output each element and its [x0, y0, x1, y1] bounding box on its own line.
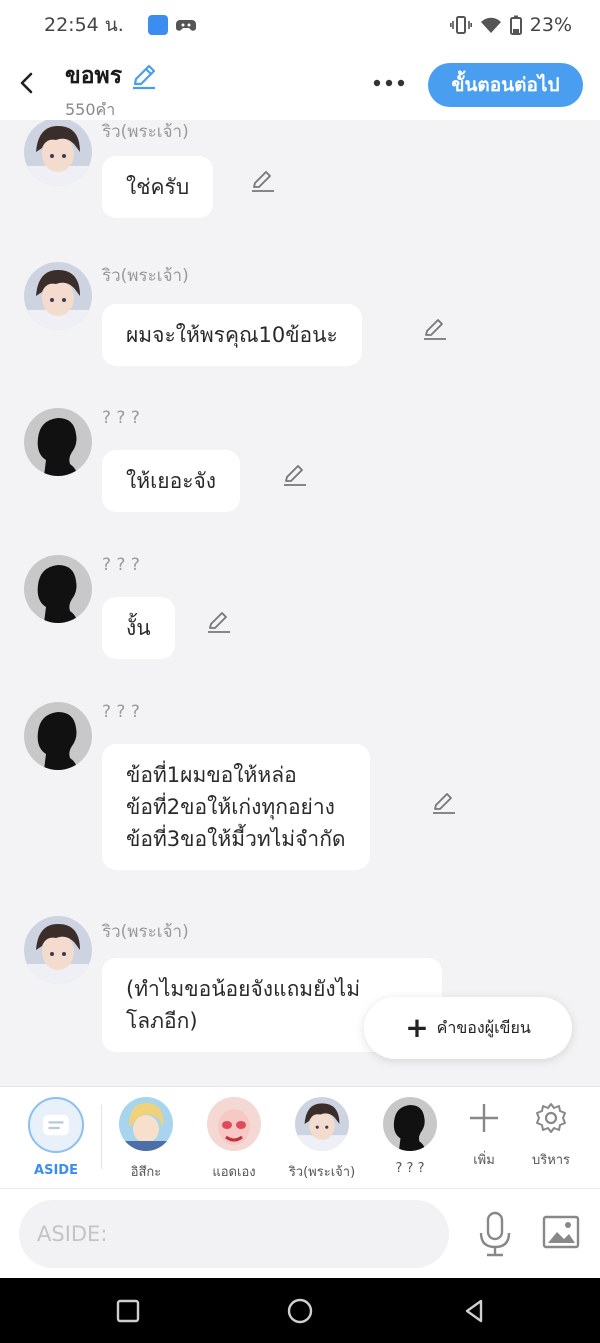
- microphone-icon[interactable]: [476, 1211, 514, 1257]
- avatar-silhouette[interactable]: [24, 555, 92, 623]
- manage-button[interactable]: บริหาร: [516, 1101, 586, 1170]
- sender-name: ? ? ?: [102, 408, 140, 428]
- plus-icon: [470, 1104, 498, 1132]
- character-isuka[interactable]: อิสึกะ: [111, 1097, 181, 1182]
- battery-percent: 23%: [529, 14, 572, 36]
- gear-icon: [536, 1103, 566, 1133]
- divider: [101, 1105, 102, 1169]
- back-icon[interactable]: [461, 1298, 487, 1324]
- avatar-riu: [295, 1097, 349, 1151]
- avatar-riu[interactable]: [24, 120, 92, 186]
- title-block: ขอพร 550คำ: [65, 58, 158, 123]
- aside-input[interactable]: [19, 1200, 449, 1268]
- edit-title-icon[interactable]: [130, 62, 158, 90]
- status-time: 22:54 น.: [44, 14, 124, 36]
- character-unknown[interactable]: ? ? ?: [375, 1097, 445, 1176]
- plus-icon: +: [405, 1011, 429, 1044]
- message-bubble[interactable]: ผมจะให้พรคุณ10ข้อนะ: [102, 304, 362, 366]
- gamepad-icon: [175, 20, 196, 31]
- avatar-silhouette[interactable]: [24, 408, 92, 476]
- manage-label: บริหาร: [531, 1153, 571, 1168]
- character-name: ? ? ?: [395, 1161, 425, 1176]
- aside-avatar: [28, 1097, 84, 1153]
- avatar-riu[interactable]: [24, 916, 92, 984]
- character-admin[interactable]: แอดเอง: [199, 1097, 269, 1182]
- sender-name: ริว(พระเจ้า): [102, 922, 189, 942]
- edit-message-icon[interactable]: [206, 609, 232, 635]
- avatar-riu[interactable]: [24, 262, 92, 330]
- message-bubble[interactable]: ใช่ครับ: [102, 156, 214, 218]
- vibrate-icon: [449, 16, 472, 34]
- edit-message-icon[interactable]: [431, 790, 457, 816]
- more-options-icon[interactable]: [372, 78, 406, 88]
- character-name: อิสึกะ: [130, 1165, 162, 1180]
- edit-message-icon[interactable]: [250, 168, 276, 194]
- sender-name: ริว(พระเจ้า): [102, 122, 189, 142]
- add-label: เพิ่ม: [473, 1153, 495, 1168]
- system-nav-bar: [0, 1278, 600, 1343]
- edit-message-icon[interactable]: [422, 316, 448, 342]
- battery-icon: [509, 15, 522, 35]
- sender-name: ริว(พระเจ้า): [102, 266, 189, 286]
- author-note-button[interactable]: + คำของผู้เขียน: [364, 997, 572, 1059]
- character-riu[interactable]: ริว(พระเจ้า): [287, 1097, 357, 1182]
- next-step-button[interactable]: ขั้นตอนต่อไป: [428, 63, 583, 107]
- character-name: แอดเอง: [212, 1165, 256, 1180]
- message-bubble[interactable]: งั้น: [102, 597, 175, 659]
- avatar-silhouette[interactable]: [24, 702, 92, 770]
- novel-toon-app-icon: [147, 15, 168, 35]
- home-icon[interactable]: [287, 1298, 313, 1324]
- character-name: ASIDE: [34, 1163, 78, 1178]
- avatar-isuka: [119, 1097, 173, 1151]
- sender-name: ? ? ?: [102, 702, 140, 722]
- page-title: ขอพร: [65, 63, 123, 89]
- edit-message-icon[interactable]: [282, 462, 308, 488]
- input-bar: [0, 1188, 600, 1278]
- recent-apps-icon[interactable]: [115, 1298, 141, 1324]
- add-character-button[interactable]: เพิ่ม: [449, 1101, 519, 1170]
- image-icon[interactable]: [542, 1215, 580, 1249]
- avatar-silhouette: [383, 1097, 437, 1151]
- message-bubble[interactable]: ข้อที่1ผมขอให้หล่อ ข้อที่2ขอให้เก่งทุกอย…: [102, 744, 370, 870]
- message-bubble[interactable]: ให้เยอะจัง: [102, 450, 241, 512]
- back-arrow-icon[interactable]: [14, 68, 38, 98]
- status-bar: 22:54 น. 23%: [0, 0, 600, 50]
- sender-name: ? ? ?: [102, 555, 140, 575]
- header: ขอพร 550คำ ขั้นตอนต่อไป: [0, 50, 600, 120]
- author-note-label: คำของผู้เขียน: [436, 1017, 531, 1037]
- character-bar: ASIDE อิสึกะ แอดเอง ริว(พระเจ้า) ? ? ? เ…: [0, 1086, 600, 1188]
- wifi-icon: [480, 17, 501, 33]
- chat-area[interactable]: ริว(พระเจ้า) ใช่ครับ ริว(พระเจ้า) ผมจะให…: [0, 120, 600, 1086]
- character-aside[interactable]: ASIDE: [21, 1097, 91, 1178]
- character-name: ริว(พระเจ้า): [288, 1165, 356, 1180]
- avatar-admin: [207, 1097, 261, 1151]
